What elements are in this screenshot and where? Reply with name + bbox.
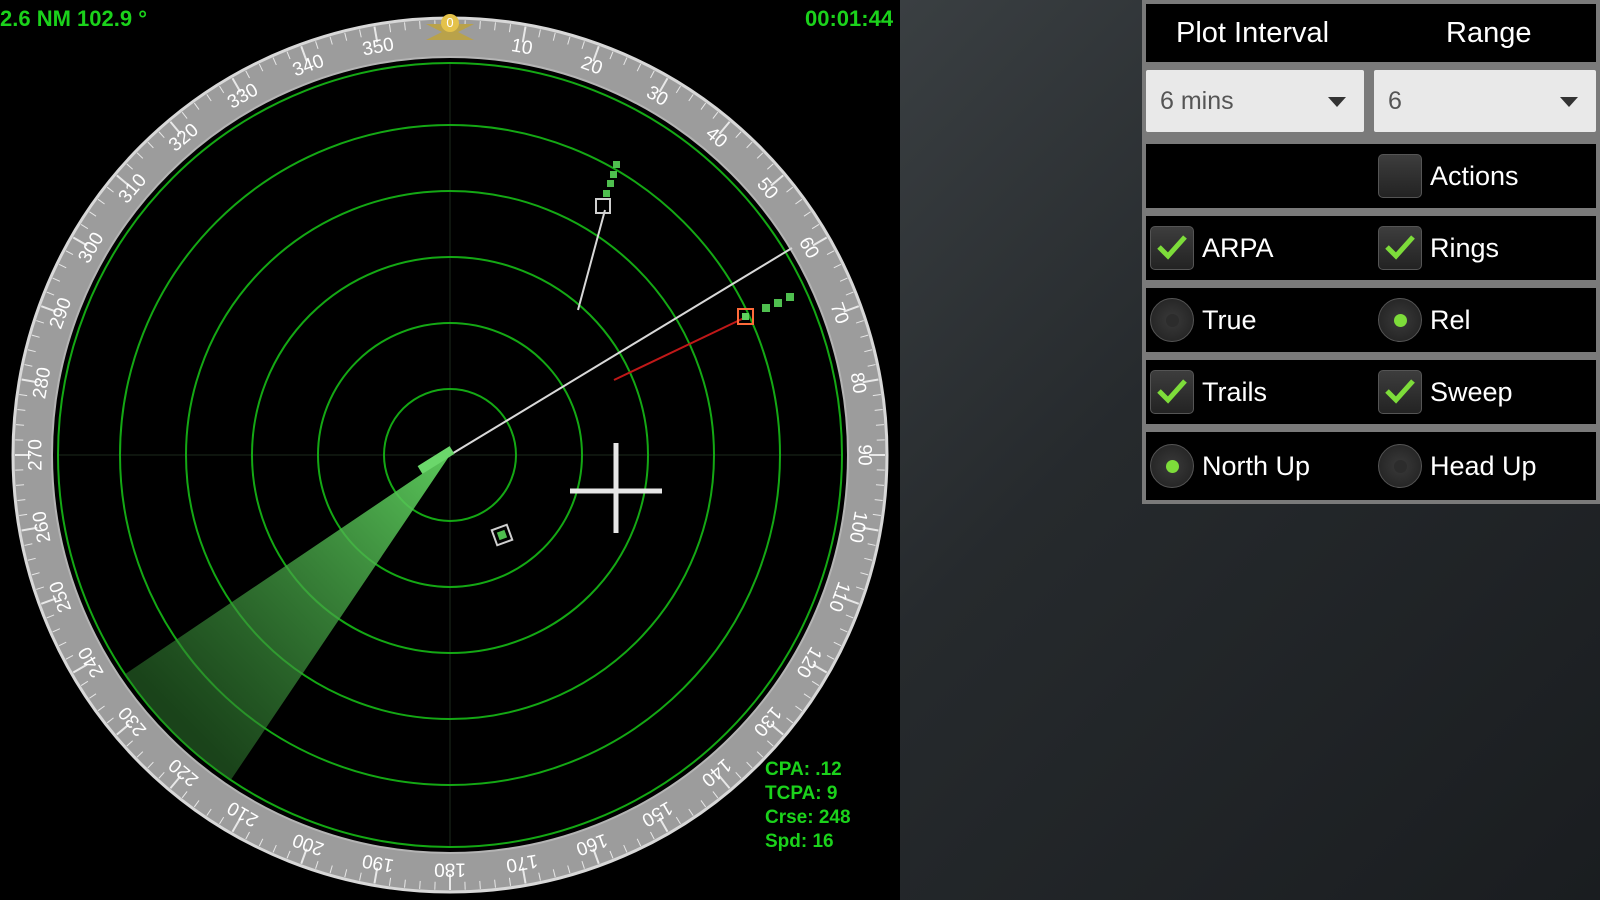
plot-interval-header: Plot Interval bbox=[1176, 16, 1330, 49]
compass-label: 0 bbox=[446, 15, 453, 30]
range-bearing-readout: 2.6 NM 102.9 ° bbox=[0, 6, 147, 31]
radio-dot-icon bbox=[1394, 460, 1407, 473]
plot-interval-select[interactable]: 6 mins bbox=[1146, 70, 1364, 132]
tcpa-readout: TCPA: 9 bbox=[765, 783, 838, 804]
arpa-label: ARPA bbox=[1202, 232, 1274, 263]
radio-dot-icon bbox=[1166, 460, 1179, 473]
true-radio[interactable] bbox=[1150, 298, 1194, 342]
radar-display[interactable]: 10 20 30 40 50 60 70 80 90 100 110 120 130 140 150 160 1… bbox=[0, 0, 900, 900]
actions-row: Actions bbox=[1146, 144, 1596, 208]
sweep-label: Sweep bbox=[1430, 376, 1513, 407]
compass-label: 270 bbox=[26, 439, 47, 471]
chevron-down-icon bbox=[1560, 97, 1578, 107]
trails-toggle[interactable]: Trails bbox=[1150, 360, 1267, 424]
true-option[interactable]: True bbox=[1150, 288, 1257, 352]
true-rel-row: True Rel bbox=[1146, 288, 1596, 352]
plot-interval-value: 6 mins bbox=[1160, 86, 1234, 115]
rel-radio[interactable] bbox=[1378, 298, 1422, 342]
true-label: True bbox=[1202, 304, 1257, 335]
compass-label: 10 bbox=[510, 35, 534, 59]
arpa-rings-row: ARPA Rings bbox=[1146, 216, 1596, 280]
north-up-option[interactable]: North Up bbox=[1150, 432, 1310, 500]
radio-dot-icon bbox=[1394, 314, 1407, 327]
actions-checkbox[interactable] bbox=[1378, 154, 1422, 198]
checkmark-icon bbox=[1385, 235, 1415, 260]
head-up-radio[interactable] bbox=[1378, 444, 1422, 488]
header-row: Plot Interval Range bbox=[1146, 4, 1596, 62]
cpa-readout: CPA: .12 bbox=[765, 759, 842, 780]
speed-readout: Spd: 16 bbox=[765, 831, 834, 852]
dropdown-row: 6 mins 6 bbox=[1146, 66, 1596, 136]
sweep-checkbox[interactable] bbox=[1378, 370, 1422, 414]
checkmark-icon bbox=[1385, 379, 1415, 404]
rel-label: Rel bbox=[1430, 304, 1471, 335]
actions-label: Actions bbox=[1430, 160, 1519, 191]
north-up-label: North Up bbox=[1202, 450, 1311, 481]
compass-label: 180 bbox=[434, 859, 466, 880]
head-up-option[interactable]: Head Up bbox=[1378, 432, 1537, 500]
north-up-radio[interactable] bbox=[1150, 444, 1194, 488]
rings-toggle[interactable]: Rings bbox=[1378, 216, 1499, 280]
rel-option[interactable]: Rel bbox=[1378, 288, 1471, 352]
target-info: CPA: .12 TCPA: 9 Crse: 248 Spd: 16 bbox=[765, 758, 851, 854]
chevron-down-icon bbox=[1328, 97, 1346, 107]
orientation-row: North Up Head Up bbox=[1146, 432, 1596, 500]
arpa-toggle[interactable]: ARPA bbox=[1150, 216, 1274, 280]
range-select[interactable]: 6 bbox=[1374, 70, 1596, 132]
range-value: 6 bbox=[1388, 86, 1402, 115]
elapsed-clock: 00:01:44 bbox=[805, 6, 894, 31]
head-up-label: Head Up bbox=[1430, 450, 1537, 481]
rings-label: Rings bbox=[1430, 232, 1500, 263]
radio-dot-icon bbox=[1166, 314, 1179, 327]
trails-sweep-row: Trails Sweep bbox=[1146, 360, 1596, 424]
checkmark-icon bbox=[1157, 379, 1187, 404]
compass-label: 90 bbox=[854, 444, 875, 465]
checkmark-icon bbox=[1157, 235, 1187, 260]
arpa-checkbox[interactable] bbox=[1150, 226, 1194, 270]
compass-label: 80 bbox=[846, 371, 870, 395]
course-readout: Crse: 248 bbox=[765, 807, 851, 828]
rings-checkbox[interactable] bbox=[1378, 226, 1422, 270]
trails-label: Trails bbox=[1202, 376, 1267, 407]
trails-checkbox[interactable] bbox=[1150, 370, 1194, 414]
control-panel: Plot Interval Range 6 mins 6 Actions ARP… bbox=[1142, 0, 1600, 504]
sweep-toggle[interactable]: Sweep bbox=[1378, 360, 1513, 424]
range-header: Range bbox=[1446, 16, 1532, 49]
actions-toggle[interactable]: Actions bbox=[1378, 144, 1519, 208]
